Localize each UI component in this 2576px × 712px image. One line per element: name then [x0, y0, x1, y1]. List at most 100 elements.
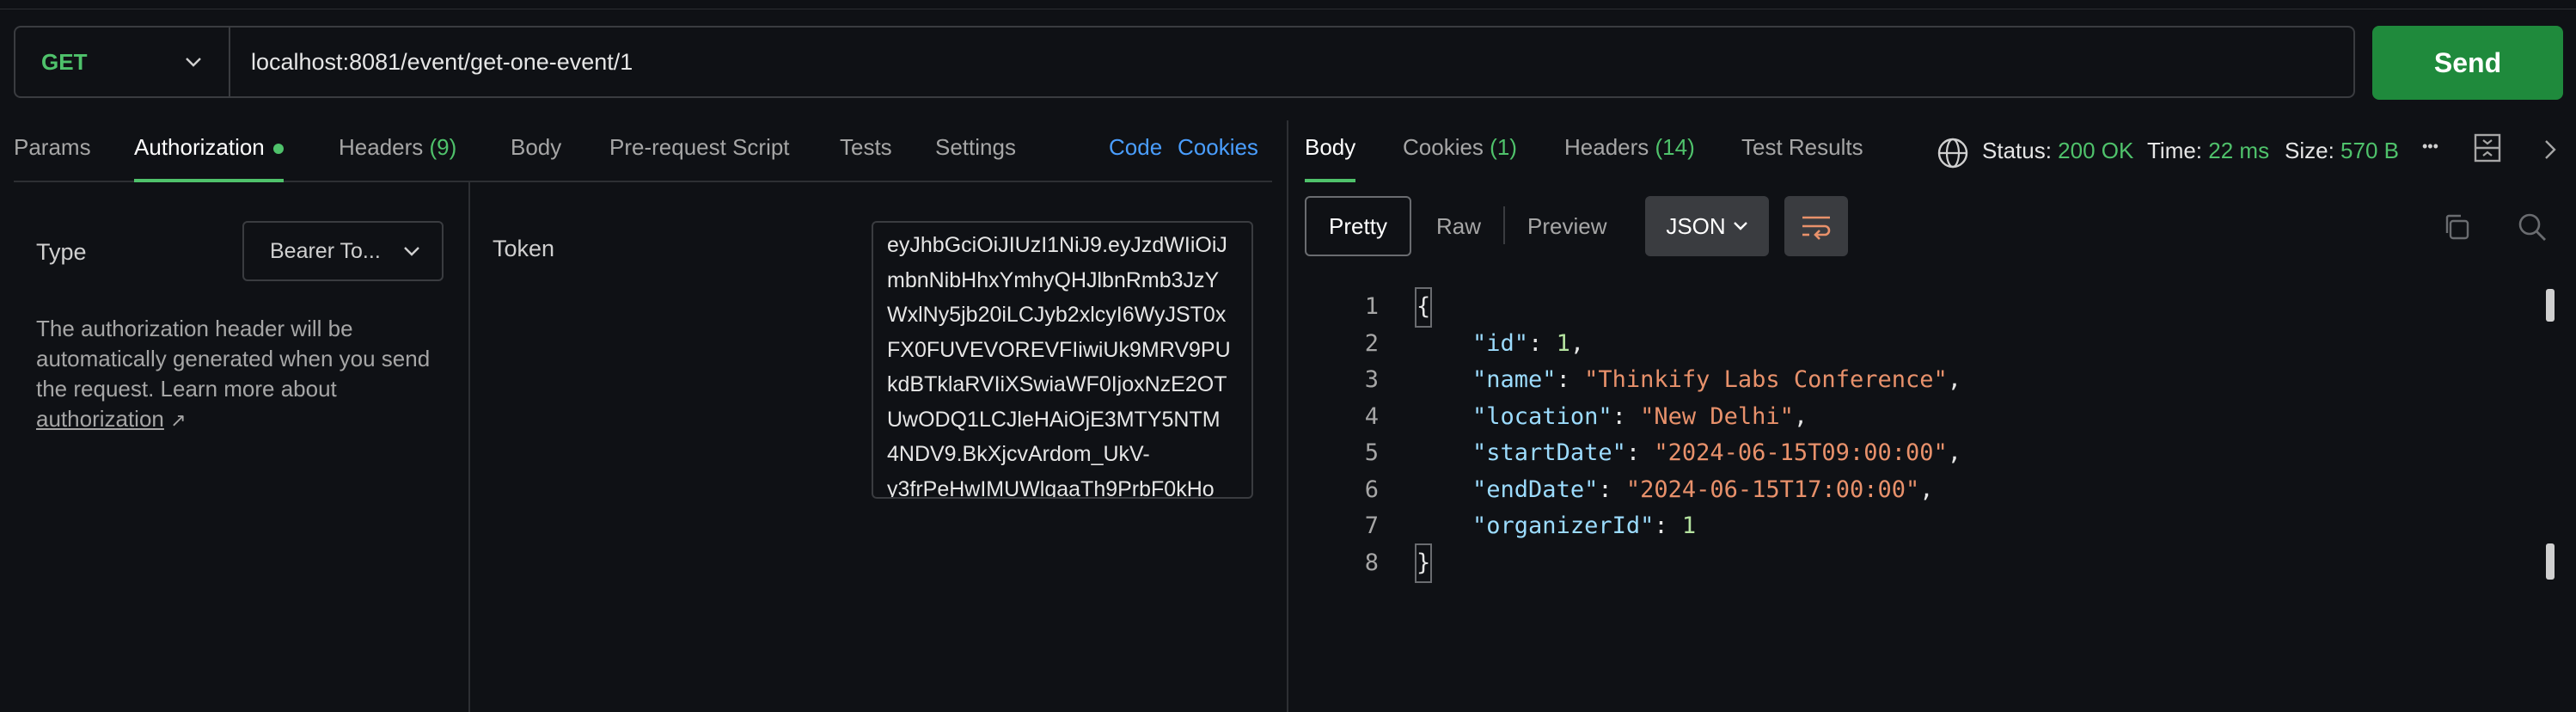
token-input[interactable]: eyJhbGciOiJIUzI1NiJ9.eyJzdWIiOiJ mbnNibH… — [872, 221, 1253, 499]
code-line: 4 "location": "New Delhi", — [1341, 399, 1961, 436]
json-value: 1 — [1681, 513, 1697, 539]
tab-params-label: Params — [14, 134, 91, 160]
json-key: "location" — [1472, 402, 1612, 430]
scrollbar-marker[interactable] — [2546, 543, 2555, 580]
resp-tab-headers-label: Headers — [1564, 134, 1649, 160]
external-link-icon: ↗ — [170, 409, 187, 431]
token-line: 4NDV9.BkXjcvArdom_UkV- — [887, 442, 1150, 466]
response-status[interactable]: Status: 200 OK — [1982, 138, 2133, 164]
tab-pre-request-script-label: Pre-request Script — [609, 134, 790, 160]
token-line: WxlNy5jb20iLCJyb2xlcyI6WyJST0x — [887, 303, 1227, 327]
resp-tab-body-label: Body — [1305, 134, 1356, 160]
preview-button[interactable]: Preview — [1527, 213, 1606, 240]
time-label: Time: — [2147, 138, 2203, 163]
send-button[interactable]: Send — [2372, 26, 2563, 100]
globe-icon[interactable] — [1936, 136, 1970, 170]
line-number: 7 — [1364, 513, 1379, 539]
resp-tab-cookies[interactable]: Cookies (1) — [1403, 134, 1517, 177]
json-brace-open: { — [1414, 287, 1433, 328]
code-line: 8} — [1341, 543, 1961, 583]
token-line: mbnNibHhxYmhyQHJlbnRmb3JzY — [887, 267, 1220, 292]
status-value: 200 OK — [2058, 138, 2134, 163]
size-label: Size: — [2285, 138, 2334, 163]
tab-tests-label: Tests — [840, 134, 892, 160]
tab-authorization-label: Authorization — [134, 134, 265, 160]
resp-tab-test-results-label: Test Results — [1741, 134, 1863, 160]
authorization-link[interactable]: authorization — [36, 406, 164, 432]
pretty-button[interactable]: Pretty — [1305, 196, 1411, 256]
cookies-link[interactable]: Cookies — [1178, 134, 1258, 161]
resp-tab-test-results[interactable]: Test Results — [1741, 134, 1863, 177]
tab-params[interactable]: Params — [14, 134, 91, 177]
search-icon[interactable] — [2515, 210, 2549, 244]
resp-tab-cookies-count: (1) — [1490, 134, 1517, 160]
chevron-down-icon — [402, 242, 421, 261]
auth-type-label: Type — [36, 239, 87, 265]
auth-type-select[interactable]: Bearer To... — [242, 221, 444, 281]
code-link[interactable]: Code — [1109, 134, 1162, 161]
resp-tab-body[interactable]: Body — [1305, 134, 1356, 182]
token-label: Token — [493, 236, 555, 261]
format-select[interactable]: JSON — [1645, 196, 1769, 256]
resp-tab-headers-count: (14) — [1655, 134, 1695, 160]
tab-headers-count: (9) — [429, 134, 457, 160]
auth-divider — [468, 181, 470, 712]
line-number: 3 — [1364, 366, 1379, 393]
chevron-right-icon[interactable] — [2539, 138, 2561, 162]
top-divider — [0, 0, 2576, 9]
tab-settings[interactable]: Settings — [935, 134, 1016, 177]
json-value: 1 — [1556, 329, 1570, 357]
wrap-lines-button[interactable] — [1784, 196, 1848, 256]
token-line: eyJhbGciOiJIUzI1NiJ9.eyJzdWIiOiJ — [887, 233, 1227, 257]
status-label: Status: — [1982, 138, 2052, 163]
raw-button[interactable]: Raw — [1436, 213, 1481, 240]
line-number: 6 — [1364, 476, 1379, 503]
line-number: 8 — [1364, 549, 1379, 576]
json-key: "endDate" — [1472, 476, 1599, 503]
layout-toggle-icon[interactable] — [2472, 132, 2503, 163]
chevron-down-icon — [184, 52, 203, 71]
token-line: y3frPeHwIMUWlgaaTh9PrbF0kHo — [887, 476, 1215, 499]
code-line: 5 "startDate": "2024-06-15T09:00:00", — [1341, 435, 1961, 472]
code-line: 2 "id": 1, — [1341, 326, 1961, 363]
more-options-icon[interactable]: ••• — [2422, 138, 2438, 156]
line-number: 4 — [1364, 402, 1379, 430]
tab-pre-request-script[interactable]: Pre-request Script — [609, 134, 790, 177]
json-value: "New Delhi" — [1640, 402, 1794, 430]
tab-settings-label: Settings — [935, 134, 1016, 160]
format-label: JSON — [1666, 212, 1726, 239]
time-value: 22 ms — [2208, 138, 2270, 163]
json-value: "2024-06-15T09:00:00" — [1654, 439, 1948, 466]
url-input[interactable]: localhost:8081/event/get-one-event/1 — [230, 49, 2353, 76]
tab-authorization[interactable]: Authorization — [134, 134, 284, 182]
pane-divider[interactable] — [1287, 120, 1288, 712]
resp-tab-cookies-label: Cookies — [1403, 134, 1484, 160]
tab-headers-label: Headers — [339, 134, 424, 160]
tab-body-label: Body — [511, 134, 562, 160]
tab-headers[interactable]: Headers (9) — [339, 134, 456, 177]
response-time[interactable]: Time: 22 ms — [2147, 138, 2269, 164]
method-select[interactable]: GET — [15, 28, 230, 96]
code-line: 1{ — [1341, 287, 1961, 328]
resp-tab-headers[interactable]: Headers (14) — [1564, 134, 1695, 177]
method-label: GET — [41, 48, 88, 75]
code-line: 3 "name": "Thinkify Labs Conference", — [1341, 362, 1961, 399]
response-json-viewer[interactable]: 1{ 2 "id": 1, 3 "name": "Thinkify Labs C… — [1341, 287, 1961, 583]
scrollbar-thumb[interactable] — [2546, 289, 2555, 322]
chevron-down-icon — [1733, 222, 1747, 230]
json-brace-close: } — [1414, 543, 1433, 583]
request-tabs: Params Authorization Headers (9) Body Pr… — [14, 129, 1272, 182]
line-number: 2 — [1364, 329, 1379, 357]
json-key: "organizerId" — [1472, 513, 1655, 539]
copy-icon[interactable] — [2439, 210, 2474, 244]
tab-tests[interactable]: Tests — [840, 134, 892, 177]
response-size[interactable]: Size: 570 B — [2285, 138, 2399, 164]
tab-body[interactable]: Body — [511, 134, 561, 177]
mode-separator — [1503, 206, 1505, 244]
